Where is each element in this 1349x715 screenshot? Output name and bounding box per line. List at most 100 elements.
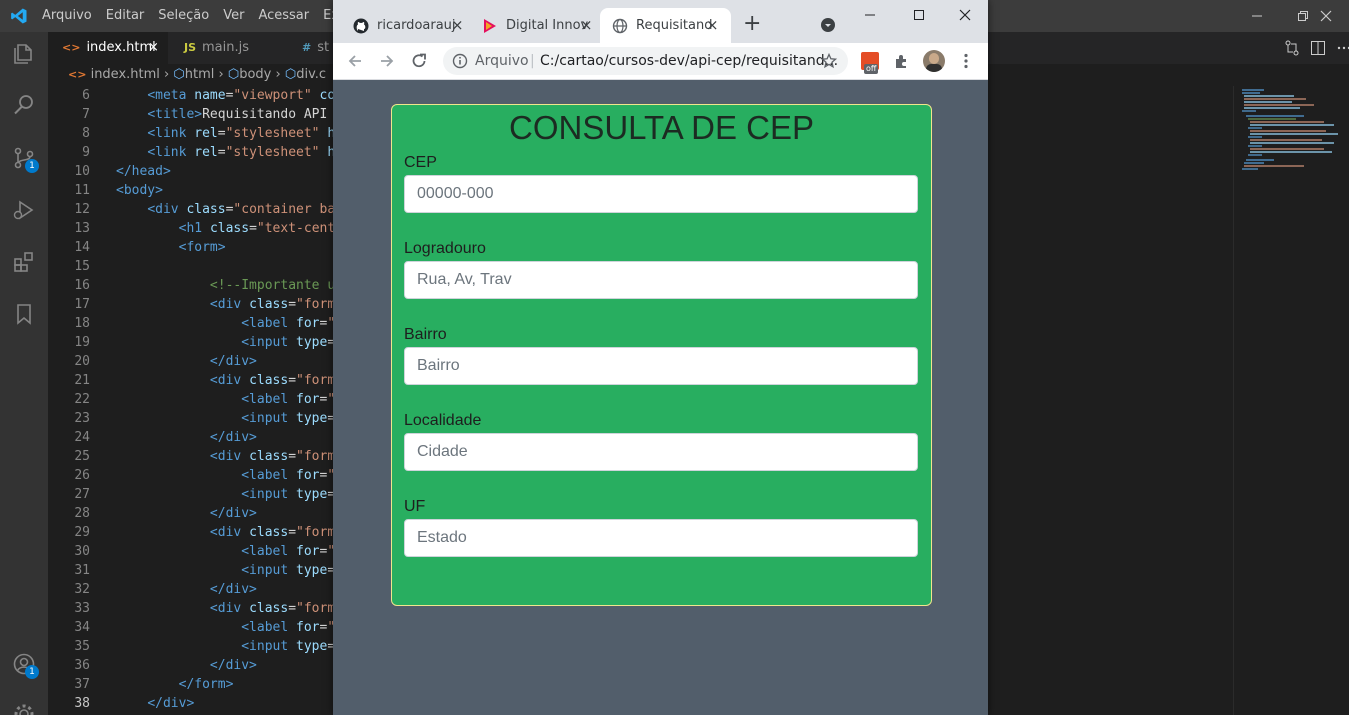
- js-file-icon: JS: [184, 41, 197, 54]
- gear-icon[interactable]: [12, 702, 36, 715]
- tab-label: st: [317, 40, 330, 55]
- code-text: </head>: [116, 162, 171, 181]
- line-number: 10: [74, 164, 90, 179]
- line-number: 33: [74, 601, 90, 616]
- breadcrumb-file[interactable]: index.html: [91, 67, 160, 82]
- bookmark-icon[interactable]: [12, 302, 36, 326]
- browser-toolbar: Arquivo | C:/cartao/cursos-dev/api-cep/r…: [333, 43, 988, 80]
- line-number: 24: [74, 430, 90, 445]
- search-icon[interactable]: [12, 92, 36, 116]
- code-token: </div>: [209, 354, 257, 369]
- extensions-icon[interactable]: [12, 250, 36, 274]
- line-number: 20: [74, 354, 90, 369]
- browser-tab-github[interactable]: ricardoarauj ×: [341, 8, 466, 43]
- tab-main-js[interactable]: JS main.js: [168, 32, 286, 64]
- breadcrumb-separator: ›: [164, 67, 170, 82]
- cep-input[interactable]: [404, 175, 918, 213]
- kebab-menu-icon[interactable]: [956, 51, 976, 71]
- vscode-close-button[interactable]: [1303, 0, 1349, 32]
- code-text: <div class="form: [116, 523, 335, 542]
- code-text: <div class="form: [116, 295, 335, 314]
- uf-input[interactable]: [404, 519, 918, 557]
- line-number: 30: [74, 544, 90, 559]
- uf-label: UF: [404, 498, 426, 515]
- code-token: =: [249, 221, 257, 236]
- tab-close-icon[interactable]: ×: [706, 8, 719, 43]
- line-number: 38: [74, 696, 90, 711]
- menu-acessar[interactable]: Acessar: [251, 0, 316, 32]
- code-token: =: [288, 297, 297, 312]
- maximize-icon[interactable]: [913, 9, 925, 21]
- close-icon: [1320, 10, 1332, 22]
- code-text: <input type=: [116, 561, 335, 580]
- code-token: type: [296, 411, 328, 426]
- vscode-minimize-button[interactable]: [1234, 0, 1280, 32]
- bookmark-star-icon[interactable]: [821, 53, 837, 69]
- browser-tab-dio[interactable]: Digital Innov ×: [470, 8, 596, 43]
- code-token: "form: [296, 373, 336, 388]
- tab-close-icon[interactable]: ×: [451, 8, 464, 43]
- code-text: </div>: [116, 694, 194, 713]
- forward-arrow-icon[interactable]: [377, 51, 397, 71]
- info-icon[interactable]: [452, 53, 468, 69]
- code-token: type: [296, 487, 328, 502]
- code-token: <label: [241, 468, 289, 483]
- tab-close-icon[interactable]: ×: [148, 32, 159, 64]
- code-token: =: [288, 525, 297, 540]
- code-text: </div>: [116, 504, 257, 523]
- run-debug-icon[interactable]: [12, 198, 36, 222]
- tab-close-icon[interactable]: ×: [580, 8, 593, 43]
- avatar[interactable]: [923, 50, 945, 72]
- code-token: for: [296, 620, 320, 635]
- menu-ver[interactable]: Ver: [216, 0, 251, 32]
- code-token: "stylesheet": [225, 145, 320, 160]
- close-icon[interactable]: [959, 9, 971, 21]
- new-tab-button[interactable]: +: [743, 11, 761, 37]
- puzzle-icon[interactable]: [892, 51, 912, 71]
- tab-index-html[interactable]: <> index.html ×: [48, 32, 168, 64]
- split-editor-icon[interactable]: [1310, 40, 1326, 56]
- menu-selecao[interactable]: Seleção: [151, 0, 216, 32]
- address-bar[interactable]: Arquivo | C:/cartao/cursos-dev/api-cep/r…: [443, 47, 848, 75]
- back-arrow-icon[interactable]: [345, 51, 365, 71]
- code-token: =: [217, 126, 226, 141]
- localidade-input[interactable]: [404, 433, 918, 471]
- code-text: <div class="container ba: [116, 200, 335, 219]
- tab-label: main.js: [202, 40, 250, 55]
- tab-search-icon[interactable]: [821, 18, 835, 32]
- line-number: 22: [74, 392, 90, 407]
- code-token: </div>: [209, 506, 257, 521]
- browser-tab-requisitando[interactable]: Requisitand ×: [600, 8, 731, 43]
- minimap[interactable]: [1233, 86, 1349, 715]
- html-file-icon: <>: [62, 41, 81, 54]
- explorer-icon[interactable]: [12, 42, 36, 66]
- minimize-icon[interactable]: [864, 9, 876, 21]
- menu-editar[interactable]: Editar: [99, 0, 152, 32]
- menu-arquivo[interactable]: Arquivo: [35, 0, 99, 32]
- compare-changes-icon[interactable]: [1284, 40, 1300, 56]
- breadcrumb-item-div[interactable]: div.c: [296, 67, 326, 82]
- line-number: 15: [74, 259, 90, 274]
- line-number: 6: [82, 88, 90, 103]
- breadcrumb-item-html[interactable]: html: [185, 67, 215, 82]
- logradouro-input[interactable]: [404, 261, 918, 299]
- code-token: "form: [296, 297, 336, 312]
- more-actions-icon[interactable]: [1336, 40, 1349, 56]
- breadcrumb-item-body[interactable]: body: [239, 67, 271, 82]
- activity-bar: 1 1: [0, 32, 48, 715]
- reload-icon[interactable]: [409, 51, 429, 71]
- code-text: <input type=: [116, 637, 335, 656]
- line-number: 23: [74, 411, 90, 426]
- line-number: 26: [74, 468, 90, 483]
- bairro-input[interactable]: [404, 347, 918, 385]
- code-token: <input: [241, 563, 289, 578]
